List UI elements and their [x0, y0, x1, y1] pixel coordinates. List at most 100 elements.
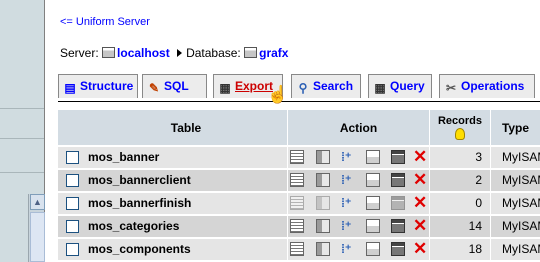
table-row[interactable]: mos_categories ⁞⁺ ✕ 14 MyISAM: [58, 216, 540, 237]
record-count: 14: [468, 219, 482, 233]
row-checkbox[interactable]: [66, 197, 79, 210]
browse-icon[interactable]: [290, 219, 304, 233]
database-icon: [244, 47, 258, 58]
column-header-table[interactable]: Table: [85, 110, 287, 145]
server-icon: [102, 47, 116, 58]
row-divider: [490, 239, 491, 260]
table-row[interactable]: mos_bannerfinish ⁞⁺ ✕ 0 MyISAM: [58, 193, 540, 214]
search-icon[interactable]: ⁞⁺: [341, 150, 355, 164]
left-frame-divider: [0, 172, 44, 173]
empty-icon[interactable]: [391, 219, 405, 233]
drop-icon[interactable]: ✕: [413, 194, 427, 211]
tab-bar: ▤ Structure ✎ SQL ▦ Export ⚲ Search ▦ Query ✂…: [58, 70, 540, 102]
search-icon[interactable]: ⁞⁺: [341, 242, 355, 256]
tab-query-label: Query: [390, 79, 425, 93]
row-divider: [287, 216, 288, 237]
tab-search-label: Search: [313, 79, 354, 93]
table-row[interactable]: mos_banner ⁞⁺ ✕ 3 MyISAM: [58, 147, 540, 168]
operations-icon: ✂: [445, 81, 457, 95]
browse-icon[interactable]: [290, 150, 304, 164]
search-icon[interactable]: ⁞⁺: [341, 196, 355, 210]
record-count: 3: [475, 150, 482, 164]
tab-structure[interactable]: ▤ Structure: [58, 74, 138, 98]
phpmyadmin-window: ▲ <= Uniform Server Server: localhost Da…: [0, 0, 540, 262]
row-checkbox[interactable]: [66, 174, 79, 187]
insert-icon[interactable]: [366, 196, 380, 210]
row-divider: [429, 216, 430, 237]
structure-icon[interactable]: [316, 173, 330, 187]
drop-icon[interactable]: ✕: [413, 148, 427, 165]
column-header-records: Records: [430, 110, 490, 145]
search-icon: ⚲: [298, 81, 308, 95]
structure-icon[interactable]: [316, 150, 330, 164]
record-count: 0: [475, 196, 482, 210]
column-header-records-label: Records: [437, 115, 483, 127]
tab-operations-label: Operations: [461, 79, 525, 93]
row-divider: [429, 147, 430, 168]
search-icon[interactable]: ⁞⁺: [341, 173, 355, 187]
structure-icon[interactable]: [316, 196, 330, 210]
drop-icon[interactable]: ✕: [413, 240, 427, 257]
tab-sql[interactable]: ✎ SQL: [142, 74, 207, 98]
table-name-link[interactable]: mos_components: [88, 242, 191, 256]
left-frame-scrollbar[interactable]: ▲: [28, 194, 45, 262]
tab-search[interactable]: ⚲ Search: [291, 74, 361, 98]
record-count: 2: [475, 173, 482, 187]
empty-icon[interactable]: [391, 173, 405, 187]
table-name-link[interactable]: mos_bannerclient: [88, 173, 191, 187]
scrollbar-thumb[interactable]: [30, 212, 45, 262]
row-divider: [287, 170, 288, 191]
lightbulb-icon[interactable]: [455, 128, 465, 140]
table-name-link[interactable]: mos_bannerfinish: [88, 196, 191, 210]
row-divider: [490, 216, 491, 237]
table-row[interactable]: mos_components ⁞⁺ ✕ 18 MyISAM: [58, 239, 540, 260]
insert-icon[interactable]: [366, 219, 380, 233]
tab-sql-label: SQL: [164, 79, 189, 93]
left-navigation-frame: ▲: [0, 0, 45, 262]
table-type: MyISAM: [502, 150, 540, 164]
structure-icon[interactable]: [316, 219, 330, 233]
insert-icon[interactable]: [366, 150, 380, 164]
row-checkbox[interactable]: [66, 243, 79, 256]
tab-query[interactable]: ▦ Query: [368, 74, 432, 98]
structure-icon: ▤: [64, 81, 76, 95]
column-header-type: Type: [501, 120, 530, 135]
back-to-uniform-server-link[interactable]: <= Uniform Server: [60, 16, 150, 28]
table-type: MyISAM: [502, 196, 540, 210]
table-name-link[interactable]: mos_categories: [88, 219, 179, 233]
table-header-row: Table Action Records Type: [58, 110, 540, 145]
database-label: Database:: [186, 46, 241, 60]
browse-icon[interactable]: [290, 242, 304, 256]
table-name-link[interactable]: mos_banner: [88, 150, 159, 164]
structure-icon[interactable]: [316, 242, 330, 256]
hand-pointer-cursor-icon: ☝: [267, 85, 289, 104]
tab-operations[interactable]: ✂ Operations: [439, 74, 535, 98]
row-divider: [429, 170, 430, 191]
empty-icon[interactable]: [391, 242, 405, 256]
record-count: 18: [468, 242, 482, 256]
tab-structure-label: Structure: [80, 79, 134, 93]
row-divider: [287, 239, 288, 260]
sql-icon: ✎: [148, 81, 160, 95]
drop-icon[interactable]: ✕: [413, 171, 427, 188]
scroll-up-arrow-icon[interactable]: ▲: [30, 194, 45, 210]
export-icon: ▦: [219, 81, 231, 95]
row-checkbox[interactable]: [66, 151, 79, 164]
table-row[interactable]: mos_bannerclient ⁞⁺ ✕ 2 MyISAM: [58, 170, 540, 191]
column-header-action: Action: [339, 120, 378, 135]
insert-icon[interactable]: [366, 242, 380, 256]
row-divider: [490, 147, 491, 168]
empty-icon[interactable]: [391, 196, 405, 210]
browse-icon[interactable]: [290, 196, 304, 210]
left-frame-divider: [0, 108, 44, 109]
insert-icon[interactable]: [366, 173, 380, 187]
breadcrumb-arrow-icon: [177, 49, 183, 57]
database-link[interactable]: grafx: [259, 46, 288, 60]
server-link[interactable]: localhost: [117, 46, 170, 60]
row-checkbox[interactable]: [66, 220, 79, 233]
search-icon[interactable]: ⁞⁺: [341, 219, 355, 233]
browse-icon[interactable]: [290, 173, 304, 187]
drop-icon[interactable]: ✕: [413, 217, 427, 234]
table-type: MyISAM: [502, 173, 540, 187]
empty-icon[interactable]: [391, 150, 405, 164]
